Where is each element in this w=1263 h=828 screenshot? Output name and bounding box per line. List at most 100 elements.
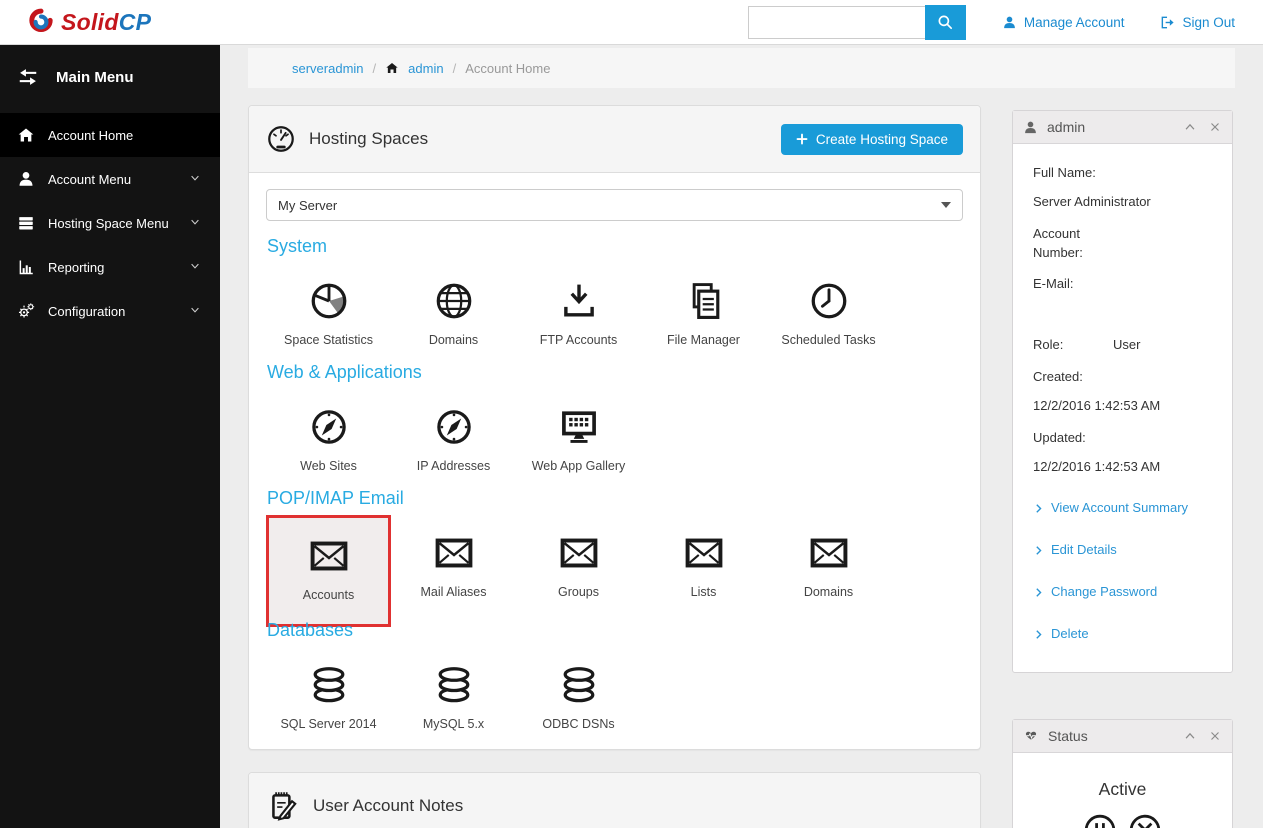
sidebar-item-label: Account Home [48, 127, 134, 143]
admin-field-row: Role: User [1033, 336, 1212, 355]
admin-link-edit-details[interactable]: Edit Details [1033, 541, 1212, 560]
chevron-down-icon [941, 202, 951, 208]
admin-link-change-password[interactable]: Change Password [1033, 583, 1212, 602]
sidebar-item-account-home[interactable]: Account Home [0, 113, 220, 157]
solidcp-logo[interactable]: SolidCP [26, 7, 151, 37]
admin-link-label: View Account Summary [1051, 500, 1189, 516]
server-select[interactable]: My Server [266, 189, 963, 221]
admin-link-delete[interactable]: Delete [1033, 625, 1212, 644]
top-bar: SolidCP Manage Account Sign Out [0, 0, 1263, 45]
sidebar-item-hosting-space-menu[interactable]: Hosting Space Menu [0, 201, 220, 245]
search-button[interactable] [924, 4, 966, 40]
tile-accounts[interactable]: Accounts [266, 515, 391, 627]
envelope-icon [433, 532, 475, 574]
collapse-icon[interactable] [1183, 120, 1197, 134]
tile-mysql-5-x[interactable]: MySQL 5.x [391, 662, 516, 731]
tile-label: Mail Aliases [420, 585, 487, 599]
tile-lists[interactable]: Lists [641, 530, 766, 599]
hosting-spaces-panel: Hosting Spaces Create Hosting Space My S… [248, 105, 981, 750]
tile-web-sites[interactable]: Web Sites [266, 404, 391, 473]
section-title: Web & Applications [267, 362, 422, 382]
chevron-down-icon [189, 172, 201, 187]
tile-label: Web Sites [300, 459, 357, 473]
tile-row: Web Sites IP Addresses Web App Gallery [266, 404, 963, 473]
breadcrumb-item[interactable]: serveradmin [292, 61, 364, 76]
chevron-right-icon [1033, 545, 1044, 556]
admin-widget-title: admin [1047, 119, 1086, 135]
breadcrumb-item[interactable]: admin [408, 61, 443, 76]
tile-file-manager[interactable]: File Manager [641, 278, 766, 347]
tile-icon-box [433, 530, 475, 574]
home-icon [385, 61, 399, 75]
close-icon[interactable] [1208, 120, 1222, 134]
pause-circle-icon[interactable] [1083, 813, 1117, 828]
tile-domains[interactable]: Domains [391, 278, 516, 347]
sidebar-header[interactable]: Main Menu [0, 45, 220, 113]
gears-icon [17, 302, 35, 320]
tile-domains[interactable]: Domains [766, 530, 891, 599]
sidebar-item-account-menu[interactable]: Account Menu [0, 157, 220, 201]
notes-title: User Account Notes [313, 796, 464, 815]
breadcrumb-separator: / [452, 60, 457, 76]
cross-circle-icon[interactable] [1128, 813, 1162, 828]
sidebar-item-configuration[interactable]: Configuration [0, 289, 220, 333]
chevron-down-icon [189, 172, 201, 184]
tile-label: Domains [803, 585, 854, 599]
tile-icon-box [433, 404, 475, 448]
sidebar-item-reporting[interactable]: Reporting [0, 245, 220, 289]
solidcp-logo-icon [26, 7, 56, 37]
breadcrumb: serveradmin / admin / Account Home [248, 48, 1235, 88]
swap-arrows-icon [17, 66, 39, 88]
heartbeat-icon [1023, 728, 1039, 744]
search-input[interactable] [747, 5, 925, 39]
manage-account-link[interactable]: Manage Account [1002, 15, 1124, 30]
sidebar-item-label: Configuration [48, 303, 126, 319]
sign-out-icon [1160, 15, 1175, 30]
admin-field-label: E-Mail: [1033, 276, 1074, 292]
sign-out-link[interactable]: Sign Out [1160, 15, 1235, 30]
tile-web-app-gallery[interactable]: Web App Gallery [516, 404, 641, 473]
pie-chart-icon [308, 280, 350, 322]
chevron-down-icon [189, 304, 201, 319]
admin-field-label: Account Number: [1033, 225, 1083, 260]
tile-mail-aliases[interactable]: Mail Aliases [391, 530, 516, 599]
tile-row: SQL Server 2014 MySQL 5.x ODBC DSNs [266, 662, 963, 731]
tile-sql-server-2014[interactable]: SQL Server 2014 [266, 662, 391, 731]
chevron-down-icon [189, 216, 201, 231]
tile-ip-addresses[interactable]: IP Addresses [391, 404, 516, 473]
tile-icon-box [308, 278, 350, 322]
tile-odbc-dsns[interactable]: ODBC DSNs [516, 662, 641, 731]
search-bar [747, 4, 966, 40]
admin-field-label: Role: [1033, 337, 1064, 353]
tile-label: Accounts [302, 588, 355, 602]
tile-space-statistics[interactable]: Space Statistics [266, 278, 391, 347]
admin-link-label: Change Password [1051, 584, 1158, 600]
person-icon [1023, 120, 1038, 135]
sidebar-menu: Account Home Account Menu Hosting Space Me… [0, 113, 220, 333]
sidebar-item-label: Account Menu [48, 171, 132, 187]
envelope-icon [808, 532, 850, 574]
tile-icon-box [558, 278, 600, 322]
admin-field-value: Server Administrator [1033, 193, 1151, 209]
admin-field-value: 12/2/2016 1:42:53 AM [1033, 397, 1161, 413]
collapse-icon[interactable] [1183, 729, 1197, 743]
tile-scheduled-tasks[interactable]: Scheduled Tasks [766, 278, 891, 347]
admin-field-label: Full Name: [1033, 165, 1096, 180]
admin-field-label: Created: [1033, 369, 1083, 385]
admin-link-view-account-summary[interactable]: View Account Summary [1033, 499, 1212, 518]
notes-header: User Account Notes [249, 773, 980, 828]
tile-groups[interactable]: Groups [516, 530, 641, 599]
tile-label: Groups [558, 585, 599, 599]
close-icon[interactable] [1208, 729, 1222, 743]
chevron-right-icon [1033, 503, 1044, 514]
admin-field-value: 12/2/2016 1:42:53 AM [1033, 458, 1161, 474]
tile-ftp-accounts[interactable]: FTP Accounts [516, 278, 641, 347]
admin-link-label: Edit Details [1051, 542, 1117, 558]
tile-icon-box [558, 404, 600, 448]
create-hosting-space-button[interactable]: Create Hosting Space [780, 123, 963, 155]
tile-icon-box [433, 662, 475, 706]
tile-label: Scheduled Tasks [781, 333, 876, 347]
compass-icon [433, 406, 475, 448]
chevron-down-icon [189, 260, 201, 275]
tile-label: Lists [690, 585, 717, 599]
